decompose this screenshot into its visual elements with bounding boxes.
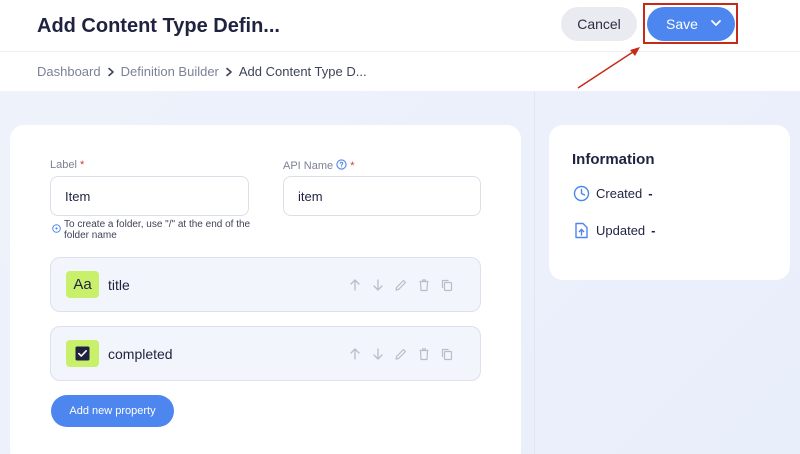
- trash-icon[interactable]: [417, 347, 431, 361]
- arrow-down-icon[interactable]: [371, 347, 385, 361]
- breadcrumb-definition-builder[interactable]: Definition Builder: [121, 64, 219, 79]
- created-value: -: [648, 186, 653, 201]
- label-field-label: Label *: [50, 159, 84, 171]
- api-name-field-label: API Name *: [283, 159, 355, 172]
- text-type-icon: Aa: [66, 271, 99, 298]
- property-row-completed[interactable]: completed: [50, 326, 481, 381]
- created-row: Created -: [573, 185, 653, 202]
- api-name-input[interactable]: item: [283, 176, 481, 216]
- column-divider: [534, 91, 535, 454]
- information-card: Information Created - Updated -: [549, 125, 790, 280]
- property-actions: [348, 347, 454, 361]
- information-title: Information: [572, 151, 655, 168]
- duplicate-icon[interactable]: [440, 347, 454, 361]
- top-bar: Add Content Type Defin... Cancel Save: [0, 0, 800, 52]
- arrow-up-icon[interactable]: [348, 278, 362, 292]
- required-mark: *: [350, 160, 355, 172]
- folder-hint: To create a folder, use "/" at the end o…: [52, 219, 262, 241]
- annotation-arrow: [577, 47, 640, 89]
- api-name-field-label-text: API Name: [283, 160, 334, 172]
- help-icon[interactable]: [336, 159, 347, 170]
- cancel-button[interactable]: Cancel: [561, 7, 637, 41]
- chevron-down-icon[interactable]: [710, 17, 722, 29]
- edit-icon[interactable]: [394, 278, 408, 292]
- chevron-right-icon: [226, 67, 232, 76]
- property-name: completed: [108, 346, 173, 362]
- breadcrumb-current: Add Content Type D...: [238, 64, 367, 79]
- updated-row: Updated -: [573, 222, 656, 239]
- page-title: Add Content Type Defin...: [37, 15, 280, 37]
- chevron-right-icon: [107, 67, 114, 76]
- save-button-label: Save: [666, 16, 698, 32]
- property-actions: [348, 278, 454, 292]
- trash-icon[interactable]: [417, 278, 431, 292]
- edit-icon[interactable]: [394, 347, 408, 361]
- checkbox-type-icon: [66, 340, 99, 367]
- add-new-property-button[interactable]: Add new property: [51, 395, 174, 427]
- checkbox-glyph: [75, 346, 90, 361]
- required-mark: *: [79, 159, 85, 171]
- updated-value: -: [651, 223, 656, 238]
- label-field-label-text: Label: [50, 159, 77, 171]
- clock-icon: [573, 185, 590, 202]
- file-upload-icon: [575, 222, 588, 239]
- text-type-glyph: Aa: [73, 276, 92, 293]
- property-row-title[interactable]: Aa title: [50, 257, 481, 312]
- info-icon: [52, 224, 61, 233]
- updated-label: Updated: [596, 223, 646, 238]
- breadcrumb: Dashboard Definition Builder Add Content…: [37, 64, 367, 79]
- arrow-down-icon[interactable]: [371, 278, 385, 292]
- breadcrumb-dashboard[interactable]: Dashboard: [37, 64, 101, 79]
- arrow-up-icon[interactable]: [348, 347, 362, 361]
- label-input[interactable]: Item: [50, 176, 249, 216]
- property-name: title: [108, 277, 130, 293]
- folder-hint-text: To create a folder, use "/" at the end o…: [64, 219, 251, 241]
- duplicate-icon[interactable]: [440, 278, 454, 292]
- save-button[interactable]: Save: [647, 7, 735, 41]
- created-label: Created: [596, 186, 643, 201]
